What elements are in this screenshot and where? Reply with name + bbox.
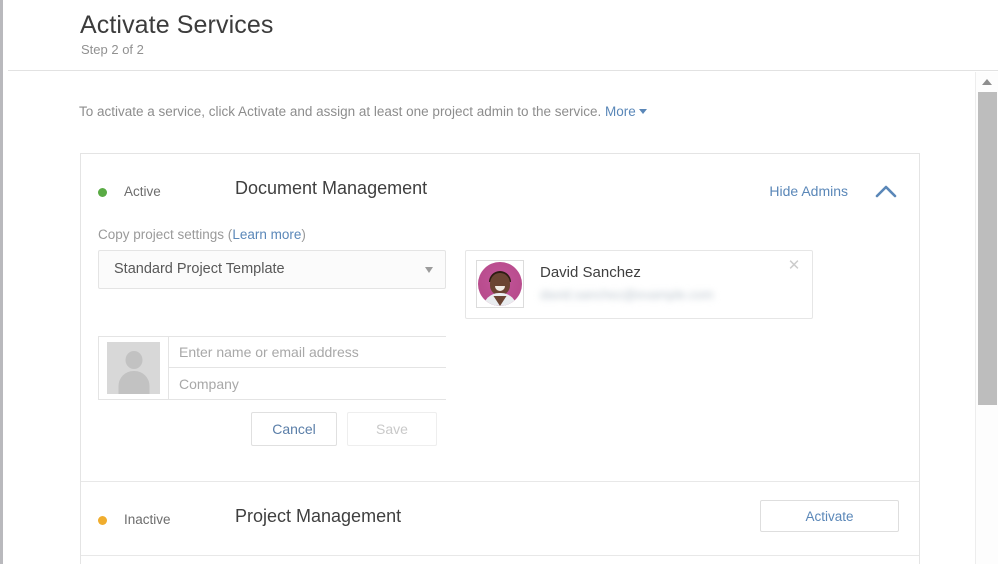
more-link[interactable]: More bbox=[605, 104, 647, 119]
admin-email: david.sanchez@example.com bbox=[540, 287, 714, 302]
service-row-document-management: Active Document Management Hide Admins C… bbox=[81, 154, 919, 482]
admin-card: David Sanchez david.sanchez@example.com … bbox=[465, 250, 813, 319]
service-name: Document Management bbox=[235, 178, 427, 199]
activate-services-screen: Activate Services Step 2 of 2 To activat… bbox=[0, 0, 998, 564]
page-step-indicator: Step 2 of 2 bbox=[81, 42, 144, 57]
avatar bbox=[476, 260, 524, 308]
person-placeholder-box bbox=[107, 342, 160, 394]
vertical-scrollbar[interactable] bbox=[975, 72, 998, 564]
cancel-button[interactable]: Cancel bbox=[251, 412, 337, 446]
copy-settings-prefix: Copy project settings ( bbox=[98, 227, 232, 242]
triangle-up-icon bbox=[982, 79, 992, 85]
chevron-up-icon[interactable] bbox=[875, 184, 897, 200]
admin-name: David Sanchez bbox=[540, 264, 641, 281]
learn-more-link[interactable]: Learn more bbox=[232, 227, 301, 242]
service-row-next-partial bbox=[81, 556, 919, 564]
save-button: Save bbox=[347, 412, 437, 446]
avatar-photo bbox=[478, 262, 522, 306]
scroll-up-button[interactable] bbox=[976, 72, 998, 91]
service-header: Active Document Management Hide Admins bbox=[81, 154, 919, 228]
services-list-card: Active Document Management Hide Admins C… bbox=[80, 153, 920, 564]
person-placeholder-body bbox=[118, 371, 149, 394]
person-placeholder-head bbox=[125, 351, 142, 369]
status-dot-inactive bbox=[98, 516, 107, 525]
service-status-label: Active bbox=[124, 184, 161, 199]
service-header: Inactive Project Management Activate bbox=[81, 482, 919, 556]
status-dot-active bbox=[98, 188, 107, 197]
close-icon[interactable]: ✕ bbox=[787, 259, 801, 273]
select-caret-icon bbox=[425, 267, 433, 273]
add-admin-actions: Cancel Save bbox=[251, 412, 447, 446]
page-header: Activate Services Step 2 of 2 bbox=[8, 0, 998, 71]
service-status-label: Inactive bbox=[124, 512, 171, 527]
scrollbar-track[interactable] bbox=[976, 405, 998, 564]
service-row-project-management: Inactive Project Management Activate bbox=[81, 482, 919, 556]
copy-project-settings-text: Copy project settings (Learn more) bbox=[98, 227, 306, 242]
hide-admins-link[interactable]: Hide Admins bbox=[769, 183, 848, 199]
service-name: Project Management bbox=[235, 506, 401, 527]
person-placeholder-icon bbox=[99, 337, 169, 399]
project-template-select[interactable]: Standard Project Template bbox=[98, 250, 446, 289]
scrollbar-thumb[interactable] bbox=[978, 92, 997, 405]
admin-company-input[interactable] bbox=[169, 368, 446, 399]
add-admin-form bbox=[98, 336, 446, 400]
chevron-down-icon bbox=[639, 109, 647, 114]
instruction-sentence: To activate a service, click Activate an… bbox=[79, 104, 601, 119]
more-link-label: More bbox=[605, 104, 636, 119]
copy-settings-suffix: ) bbox=[301, 227, 306, 242]
scroll-content-area: To activate a service, click Activate an… bbox=[8, 72, 975, 564]
activate-button[interactable]: Activate bbox=[760, 500, 899, 532]
page-title: Activate Services bbox=[80, 11, 273, 40]
instruction-text: To activate a service, click Activate an… bbox=[79, 104, 647, 119]
admin-name-input[interactable] bbox=[169, 337, 446, 368]
project-template-selected-value: Standard Project Template bbox=[114, 261, 285, 277]
